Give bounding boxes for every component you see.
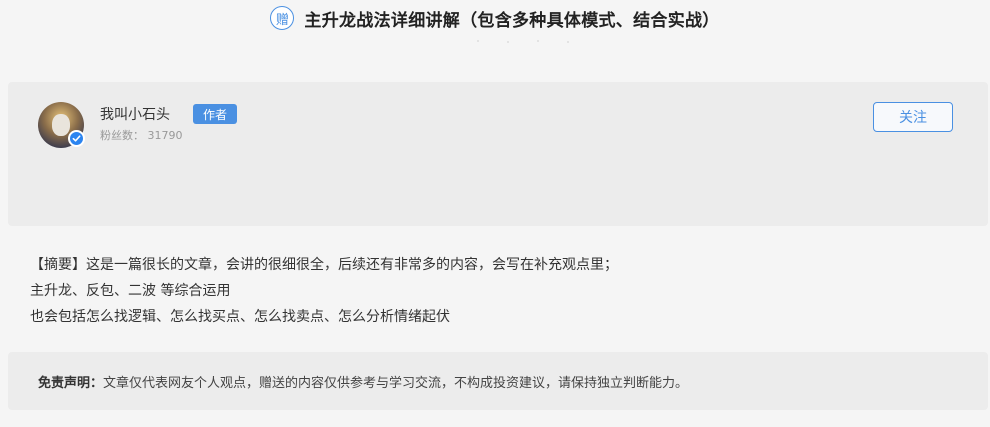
- summary-line: 【摘要】这是一篇很长的文章，会讲的很细很全，后续还有非常多的内容，会写在补充观点…: [30, 257, 618, 273]
- avatar-image: [52, 114, 70, 136]
- verified-check-icon: [68, 130, 85, 147]
- fans-count: 粉丝数： 31790: [100, 129, 183, 142]
- disclaimer-text: 文章仅代表网友个人观点，赠送的内容仅供参考与学习交流，不构成投资建议，请保持独立…: [103, 375, 689, 391]
- author-tag-badge: 作者: [193, 104, 238, 124]
- author-card: 我叫小石头 作者 粉丝数： 31790 关注: [8, 82, 988, 226]
- summary-line: 主升龙、反包、二波 等综合运用: [30, 283, 231, 299]
- follow-button[interactable]: 关注: [873, 102, 953, 132]
- avatar[interactable]: [38, 102, 85, 148]
- faint-decoration: [477, 40, 569, 43]
- article-title-row: 赠 主升龙战法详细讲解（包含多种具体模式、结合实战）: [0, 4, 990, 32]
- article-summary: 【摘要】这是一篇很长的文章，会讲的很细很全，后续还有非常多的内容，会写在补充观点…: [30, 252, 950, 330]
- author-name[interactable]: 我叫小石头: [100, 104, 170, 124]
- disclaimer-box: 免责声明： 文章仅代表网友个人观点，赠送的内容仅供参考与学习交流，不构成投资建议…: [8, 352, 988, 410]
- gift-badge-icon: 赠: [270, 6, 295, 30]
- summary-line: 也会包括怎么找逻辑、怎么找买点、怎么找卖点、怎么分析情绪起伏: [30, 309, 450, 325]
- disclaimer-label: 免责声明：: [38, 375, 104, 391]
- page-title: 主升龙战法详细讲解（包含多种具体模式、结合实战）: [304, 10, 720, 31]
